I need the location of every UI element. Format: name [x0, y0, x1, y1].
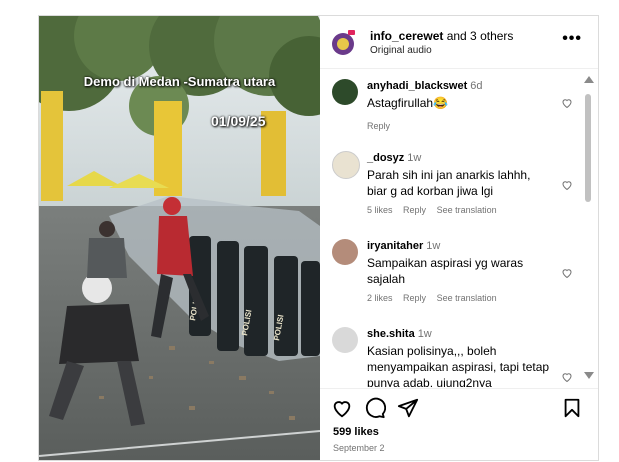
comment-username[interactable]: iryanitaher 1w [367, 240, 440, 252]
video-overlay-title: Demo di Medan -Sumatra utara [83, 74, 276, 89]
post-author[interactable]: info_cerewet and 3 others [370, 29, 513, 43]
scroll-thumb[interactable] [585, 94, 591, 202]
bookmark-icon[interactable] [561, 397, 583, 419]
scroll-down-arrow-icon[interactable] [584, 372, 594, 379]
more-options-icon[interactable]: ••• [562, 30, 582, 48]
scroll-up-arrow-icon[interactable] [584, 76, 594, 83]
likes-count[interactable]: 2 likes [367, 293, 393, 303]
comment-text: Astagfirullah😂 [367, 96, 448, 110]
post-container: POLISI POLISI POLISI Demo di Medan -Suma… [38, 15, 599, 461]
heart-icon[interactable] [561, 97, 573, 109]
comment-icon[interactable] [364, 397, 386, 419]
post-video[interactable]: POLISI POLISI POLISI Demo di Medan -Suma… [39, 16, 320, 460]
see-translation-link[interactable]: See translation [437, 293, 497, 303]
comment-text: Kasian polisinya,,, boleh menyampaikan a… [367, 344, 550, 387]
comment-text: Sampaikan aspirasi yg waras sajalah [367, 256, 524, 286]
comment-username[interactable]: she.shita 1w [367, 328, 432, 340]
heart-icon[interactable] [331, 397, 353, 419]
audio-label[interactable]: Original audio [370, 45, 432, 56]
avatar[interactable] [332, 33, 354, 55]
comments-panel: info_cerewet and 3 others Original audio… [320, 16, 598, 460]
comment-meta: 2 likes Reply See translation [367, 293, 505, 303]
avatar[interactable] [332, 239, 358, 265]
reply-button[interactable]: Reply [367, 121, 390, 131]
reply-button[interactable]: Reply [403, 293, 426, 303]
comment-text: Parah sih ini jan anarkis lahhh, biar g … [367, 168, 531, 198]
avatar[interactable] [332, 79, 358, 105]
post-actions: 599 likes September 2 [320, 388, 598, 461]
likes-count[interactable]: 5 likes [367, 205, 393, 215]
comments-scrollbar[interactable] [583, 76, 594, 384]
comment-meta: 5 likes Reply See translation [367, 205, 505, 215]
likes-count[interactable]: 599 likes [333, 426, 379, 438]
reply-button[interactable]: Reply [403, 205, 426, 215]
collaborators-link[interactable]: and 3 others [447, 29, 514, 43]
post-header: info_cerewet and 3 others Original audio… [320, 16, 598, 69]
heart-icon[interactable] [561, 371, 573, 383]
post-date: September 2 [333, 443, 385, 453]
see-translation-link[interactable]: See translation [437, 205, 497, 215]
heart-icon[interactable] [561, 179, 573, 191]
avatar[interactable] [332, 327, 358, 353]
share-icon[interactable] [397, 397, 419, 419]
avatar[interactable] [332, 151, 360, 179]
comments-list: anyhadi_blackswet 6d Astagfirullah😂 Reply… [320, 69, 598, 387]
badge-icon [348, 30, 355, 35]
comment-username[interactable]: _dosyz 1w [367, 152, 421, 164]
author-username[interactable]: info_cerewet [370, 29, 443, 43]
heart-icon[interactable] [561, 267, 573, 279]
comment-meta: Reply [367, 121, 398, 131]
video-overlay-date: 01/09/25 [211, 113, 266, 129]
comment-username[interactable]: anyhadi_blackswet 6d [367, 80, 483, 92]
